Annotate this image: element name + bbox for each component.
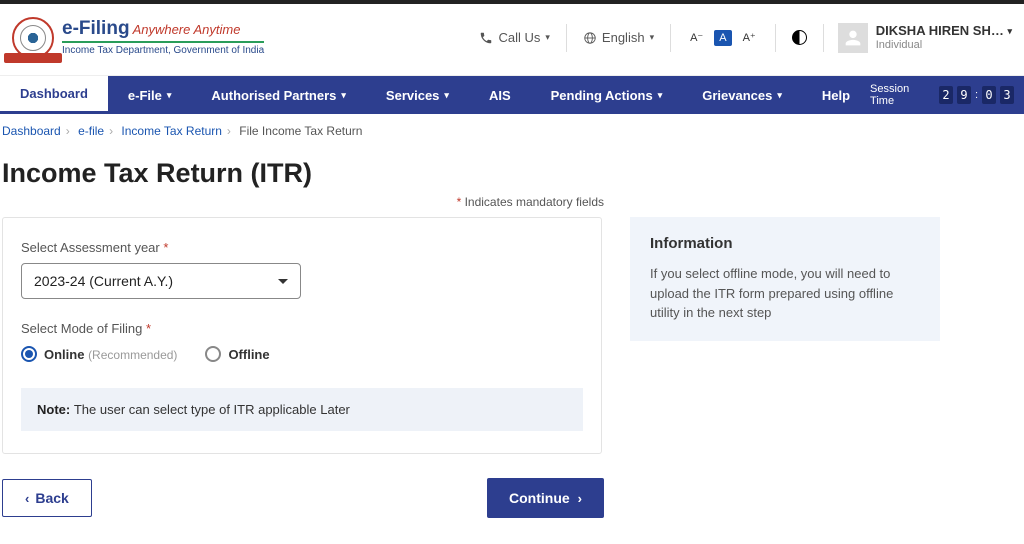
nav-help[interactable]: Help bbox=[802, 76, 870, 114]
continue-button[interactable]: Continue › bbox=[487, 478, 604, 518]
mode-offline-radio[interactable]: Offline bbox=[205, 346, 269, 362]
mandatory-note: * Indicates mandatory fields bbox=[0, 195, 1024, 217]
emblem-icon bbox=[12, 17, 54, 59]
user-menu[interactable]: DIKSHA HIREN SH… ▾ Individual bbox=[824, 23, 1012, 53]
nav-pending-actions[interactable]: Pending Actions▾ bbox=[531, 76, 683, 114]
info-title: Information bbox=[650, 235, 920, 252]
font-default-button[interactable]: A bbox=[714, 30, 731, 46]
font-increase-button[interactable]: A⁺ bbox=[740, 29, 759, 46]
assessment-year-label: Select Assessment year * bbox=[21, 240, 583, 255]
chevron-right-icon: › bbox=[578, 491, 582, 506]
note-box: Note: The user can select type of ITR ap… bbox=[21, 388, 583, 431]
main-nav: Dashboard e-File▾ Authorised Partners▾ S… bbox=[0, 76, 1024, 114]
session-timer: Session Time 29 : 03 bbox=[870, 83, 1024, 107]
avatar-icon bbox=[838, 23, 868, 53]
nav-ais[interactable]: AIS bbox=[469, 76, 531, 114]
radio-checked-icon bbox=[21, 346, 37, 362]
font-size-controls: A⁻ A A⁺ bbox=[671, 29, 775, 46]
mode-of-filing-label: Select Mode of Filing * bbox=[21, 321, 583, 336]
information-panel: Information If you select offline mode, … bbox=[630, 217, 940, 341]
user-name-label: DIKSHA HIREN SH… ▾ bbox=[876, 23, 1012, 39]
nav-authorised-partners[interactable]: Authorised Partners▾ bbox=[191, 76, 366, 114]
nav-grievances[interactable]: Grievances▾ bbox=[682, 76, 802, 114]
breadcrumb-itr[interactable]: Income Tax Return bbox=[121, 124, 222, 138]
info-text: If you select offline mode, you will nee… bbox=[650, 264, 920, 323]
font-decrease-button[interactable]: A⁻ bbox=[687, 29, 706, 46]
header-bar: e-FilingAnywhere Anytime Income Tax Depa… bbox=[0, 4, 1024, 76]
call-us-dropdown[interactable]: Call Us▾ bbox=[463, 22, 565, 54]
breadcrumb-current: File Income Tax Return bbox=[239, 124, 362, 138]
header-tools: Call Us▾ English▾ A⁻ A A⁺ DIKSHA HIREN S… bbox=[463, 22, 1012, 54]
back-button[interactable]: ‹ Back bbox=[2, 479, 92, 517]
itr-form-card: Select Assessment year * 2023-24 (Curren… bbox=[2, 217, 602, 454]
radio-unchecked-icon bbox=[205, 346, 221, 362]
brand-subtitle: Income Tax Department, Government of Ind… bbox=[62, 41, 264, 56]
language-dropdown[interactable]: English▾ bbox=[567, 22, 670, 54]
nav-dashboard[interactable]: Dashboard bbox=[0, 76, 108, 114]
mode-online-radio[interactable]: Online (Recommended) bbox=[21, 346, 177, 362]
chevron-down-icon bbox=[278, 279, 288, 284]
breadcrumb-dashboard[interactable]: Dashboard bbox=[2, 124, 61, 138]
nav-efile[interactable]: e-File▾ bbox=[108, 76, 192, 114]
nav-services[interactable]: Services▾ bbox=[366, 76, 469, 114]
assessment-year-value: 2023-24 (Current A.Y.) bbox=[34, 273, 173, 289]
assessment-year-select[interactable]: 2023-24 (Current A.Y.) bbox=[21, 263, 301, 299]
logo-block[interactable]: e-FilingAnywhere Anytime Income Tax Depa… bbox=[12, 17, 264, 59]
chevron-left-icon: ‹ bbox=[25, 491, 29, 506]
brand-title: e-FilingAnywhere Anytime bbox=[62, 19, 264, 40]
user-type-label: Individual bbox=[876, 39, 1012, 52]
breadcrumb-efile[interactable]: e-file bbox=[78, 124, 104, 138]
phone-icon bbox=[479, 31, 493, 45]
globe-icon bbox=[583, 31, 597, 45]
page-title: Income Tax Return (ITR) bbox=[0, 148, 1024, 195]
breadcrumb: Dashboard› e-file› Income Tax Return› Fi… bbox=[0, 114, 1024, 148]
contrast-toggle-icon[interactable] bbox=[792, 30, 807, 45]
brand-tagline: Anywhere Anytime bbox=[133, 22, 241, 37]
